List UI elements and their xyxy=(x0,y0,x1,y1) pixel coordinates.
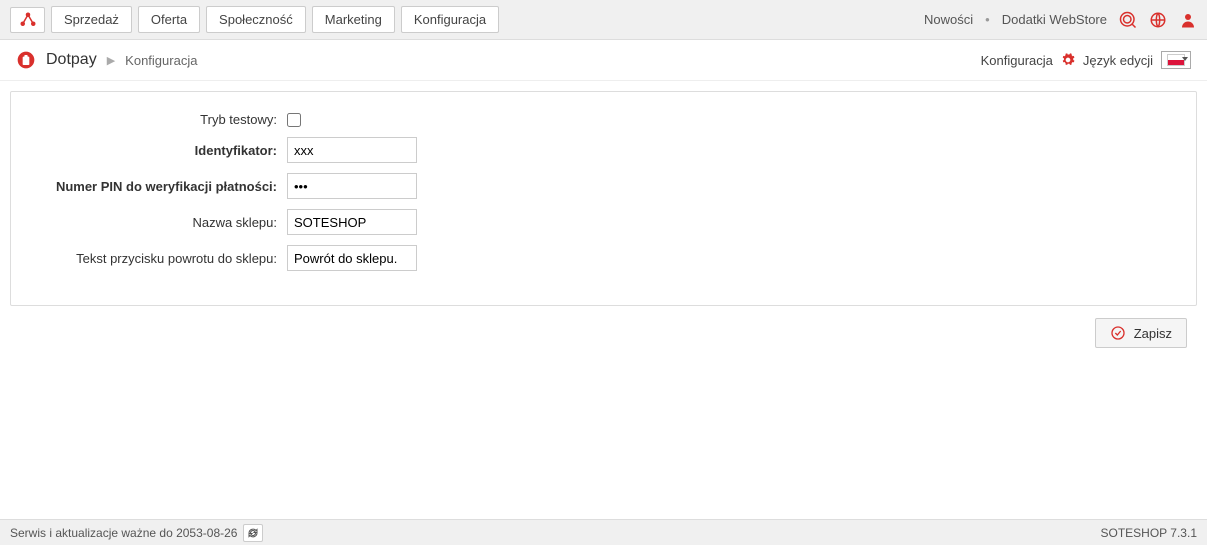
save-button[interactable]: Zapisz xyxy=(1095,318,1187,348)
page-title: Dotpay xyxy=(46,51,97,69)
nav-marketing[interactable]: Marketing xyxy=(312,6,395,33)
service-text: Serwis i aktualizacje ważne do 2053-08-2… xyxy=(10,526,237,540)
row-pin: Numer PIN do weryfikacji płatności: xyxy=(27,173,1180,199)
chevron-down-icon xyxy=(1182,57,1188,61)
topbar-right: Nowości • Dodatki WebStore xyxy=(924,11,1197,29)
gear-icon[interactable] xyxy=(1061,53,1075,67)
row-return-text: Tekst przycisku powrotu do sklepu: xyxy=(27,245,1180,271)
user-icon[interactable] xyxy=(1179,11,1197,29)
input-pin[interactable] xyxy=(287,173,417,199)
label-return-text: Tekst przycisku powrotu do sklepu: xyxy=(27,251,287,266)
save-button-label: Zapisz xyxy=(1134,326,1172,341)
input-shop-name[interactable] xyxy=(287,209,417,235)
footer: Serwis i aktualizacje ważne do 2053-08-2… xyxy=(0,519,1207,545)
refresh-icon xyxy=(247,527,259,539)
row-identifier: Identyfikator: xyxy=(27,137,1180,163)
lang-label: Język edycji xyxy=(1083,53,1153,68)
nav-spolecznosc[interactable]: Społeczność xyxy=(206,6,306,33)
topbar-left: Sprzedaż Oferta Społeczność Marketing Ko… xyxy=(10,6,499,33)
nav-konfiguracja[interactable]: Konfiguracja xyxy=(401,6,499,33)
logo-button[interactable] xyxy=(10,7,45,33)
check-circle-icon xyxy=(1110,325,1126,341)
footer-left: Serwis i aktualizacje ważne do 2053-08-2… xyxy=(10,524,263,542)
link-news[interactable]: Nowości xyxy=(924,12,973,27)
topbar: Sprzedaż Oferta Społeczność Marketing Ko… xyxy=(0,0,1207,40)
separator: • xyxy=(985,12,990,27)
label-shop-name: Nazwa sklepu: xyxy=(27,215,287,230)
form-panel: Tryb testowy: Identyfikator: Numer PIN d… xyxy=(10,91,1197,306)
input-identifier[interactable] xyxy=(287,137,417,163)
module-icon xyxy=(16,50,36,70)
content: Tryb testowy: Identyfikator: Numer PIN d… xyxy=(0,81,1207,348)
logo-icon xyxy=(19,11,37,29)
globe-icon[interactable] xyxy=(1149,11,1167,29)
chevron-right-icon: ▶ xyxy=(107,54,115,67)
search-icon[interactable] xyxy=(1119,11,1137,29)
label-pin: Numer PIN do weryfikacji płatności: xyxy=(27,179,287,194)
row-shop-name: Nazwa sklepu: xyxy=(27,209,1180,235)
label-identifier: Identyfikator: xyxy=(27,143,287,158)
link-konfiguracja[interactable]: Konfiguracja xyxy=(981,53,1053,68)
input-test-mode[interactable] xyxy=(287,113,301,127)
refresh-button[interactable] xyxy=(243,524,263,542)
label-test-mode: Tryb testowy: xyxy=(27,112,287,127)
breadcrumb-sub: Konfiguracja xyxy=(125,53,197,68)
subheader: Dotpay ▶ Konfiguracja Konfiguracja Język… xyxy=(0,40,1207,81)
language-select[interactable] xyxy=(1161,51,1191,69)
nav-oferta[interactable]: Oferta xyxy=(138,6,200,33)
nav-sprzedaz[interactable]: Sprzedaż xyxy=(51,6,132,33)
action-bar: Zapisz xyxy=(10,306,1197,348)
breadcrumb: Dotpay ▶ Konfiguracja xyxy=(16,50,197,70)
row-test-mode: Tryb testowy: xyxy=(27,112,1180,127)
subheader-right: Konfiguracja Język edycji xyxy=(981,51,1191,69)
input-return-text[interactable] xyxy=(287,245,417,271)
link-addons[interactable]: Dodatki WebStore xyxy=(1002,12,1107,27)
version-text: SOTESHOP 7.3.1 xyxy=(1101,526,1198,540)
